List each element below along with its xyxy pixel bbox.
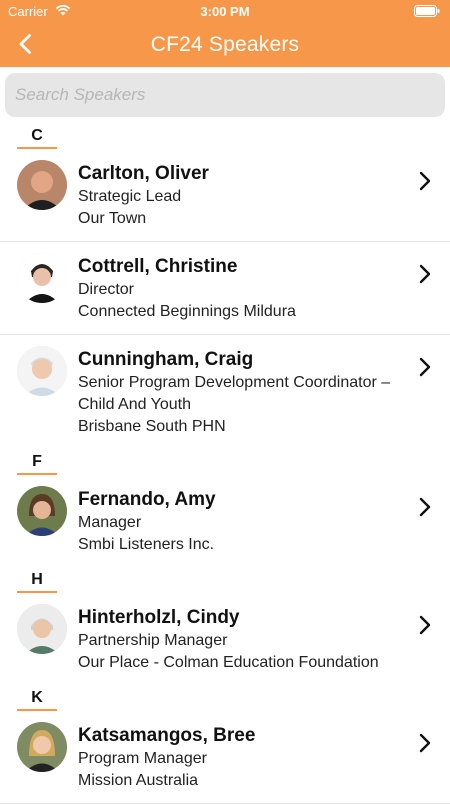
avatar xyxy=(17,253,67,303)
speaker-row[interactable]: Fernando, Amy Manager Smbi Listeners Inc. xyxy=(0,475,450,567)
speaker-row[interactable]: Carlton, Oliver Strategic Lead Our Town xyxy=(0,149,450,242)
speaker-list: C Carlton, Oliver Strategic Lead Our Town Co… xyxy=(0,123,450,804)
chevron-right-icon xyxy=(418,170,432,192)
avatar xyxy=(17,722,67,772)
search-bar xyxy=(0,67,450,123)
section-header: K xyxy=(0,685,450,711)
speaker-detail: Partnership Manager xyxy=(78,632,228,649)
section-header: C xyxy=(0,123,450,149)
speaker-detail: Director xyxy=(78,281,135,298)
section-letter: H xyxy=(31,571,43,588)
speaker-detail: Strategic Lead xyxy=(78,188,182,205)
speaker-name: Hinterholzl, Cindy xyxy=(78,607,240,628)
speaker-detail: Mission Australia xyxy=(78,772,199,789)
speaker-detail: Manager xyxy=(78,514,142,531)
avatar xyxy=(17,604,67,654)
chevron-right-icon xyxy=(418,263,432,285)
speaker-row[interactable]: Hinterholzl, Cindy Partnership Manager Our… xyxy=(0,593,450,685)
page-title: CF24 Speakers xyxy=(150,33,300,56)
section-letter: K xyxy=(31,689,43,706)
avatar xyxy=(17,346,67,396)
speaker-detail: Brisbane South PHN xyxy=(78,418,226,435)
speaker-row[interactable]: Cottrell, Christine Director Connected Beg… xyxy=(0,242,450,335)
speaker-name: Katsamangos, Bree xyxy=(78,725,256,746)
avatar xyxy=(17,160,67,210)
chevron-right-icon xyxy=(418,614,432,636)
avatar xyxy=(17,486,67,536)
speaker-detail: Our Place - Colman Education Foundation xyxy=(78,654,379,671)
section-letter: C xyxy=(31,127,43,144)
status-time: 3:00 PM xyxy=(200,4,250,19)
speaker-detail: Smbi Listeners Inc. xyxy=(78,536,215,553)
chevron-right-icon xyxy=(418,496,432,518)
battery-icon xyxy=(414,5,440,20)
section-letter: F xyxy=(32,453,42,470)
navigation-bar: Carrier 3:00 PM CF24 Speakers xyxy=(0,0,450,67)
speaker-row[interactable]: Cunningham, Craig Senior Program Developm… xyxy=(0,335,450,449)
speaker-detail: Connected Beginnings Mildura xyxy=(78,303,296,320)
speaker-name: Cunningham, Craig xyxy=(78,349,254,370)
speaker-detail: Child And Youth xyxy=(78,396,191,413)
status-bar: Carrier 3:00 PM xyxy=(0,0,450,22)
chevron-right-icon xyxy=(418,356,432,378)
section-header: F xyxy=(0,449,450,475)
speaker-detail: Program Manager xyxy=(78,750,207,767)
speaker-row[interactable]: Katsamangos, Bree Program Manager Mission … xyxy=(0,711,450,804)
speaker-detail: Senior Program Development Coordinator – xyxy=(78,374,391,391)
chevron-right-icon xyxy=(418,732,432,754)
speaker-detail: Our Town xyxy=(78,210,147,227)
speaker-name: Carlton, Oliver xyxy=(78,163,209,184)
speaker-name: Cottrell, Christine xyxy=(78,256,238,277)
speaker-name: Fernando, Amy xyxy=(78,489,216,510)
section-header: H xyxy=(0,567,450,593)
search-input[interactable] xyxy=(5,73,445,117)
